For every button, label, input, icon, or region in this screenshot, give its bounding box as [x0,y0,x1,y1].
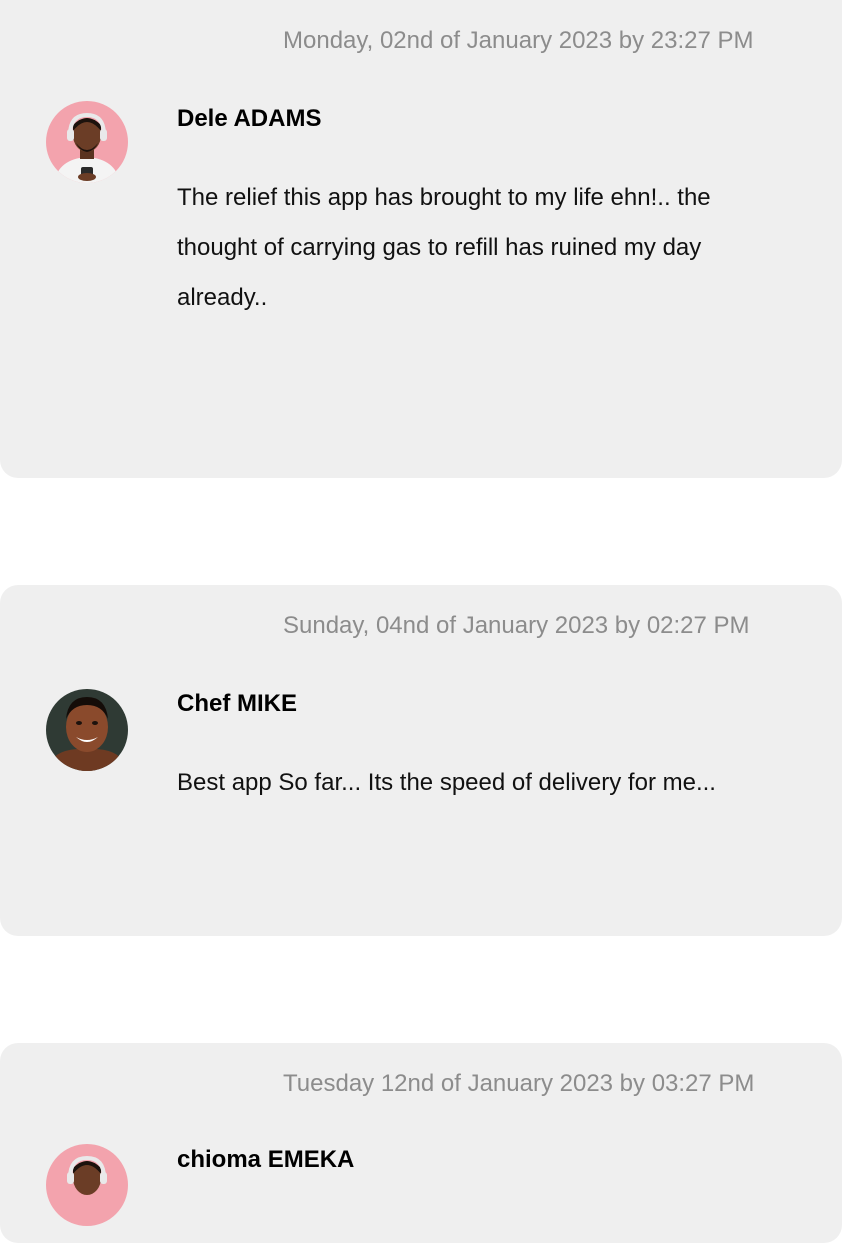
avatar [46,101,128,183]
review-author: chioma EMEKA [177,1146,355,1173]
review-card: Sunday, 04nd of January 2023 by 02:27 PM… [0,585,842,936]
review-date: Sunday, 04nd of January 2023 by 02:27 PM [283,612,750,639]
review-author: Dele ADAMS [177,105,322,132]
review-date: Tuesday 12nd of January 2023 by 03:27 PM [283,1070,755,1097]
avatar [46,1144,128,1226]
review-card: Monday, 02nd of January 2023 by 23:27 PM… [0,0,842,478]
avatar [46,689,128,771]
review-author: Chef MIKE [177,690,297,717]
review-card: Tuesday 12nd of January 2023 by 03:27 PM… [0,1043,842,1243]
review-date: Monday, 02nd of January 2023 by 23:27 PM [283,27,754,54]
review-text: Best app So far... Its the speed of deli… [177,769,716,796]
review-text: The relief this app has brought to my li… [177,184,711,311]
